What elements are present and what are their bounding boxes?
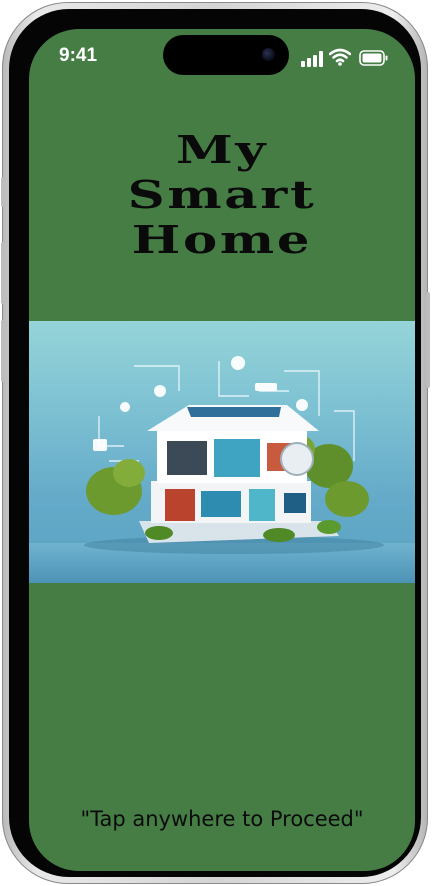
status-time: 9:41: [59, 45, 98, 66]
title-line: Home: [131, 217, 313, 262]
wifi-icon: [329, 48, 351, 66]
app-title: My Smart Home: [29, 127, 415, 262]
smart-house-icon: [29, 356, 415, 583]
volume-down-button: [1, 320, 5, 382]
power-button: [426, 292, 430, 388]
tap-to-proceed-hint: "Tap anywhere to Proceed": [80, 807, 364, 831]
battery-icon: [359, 50, 388, 66]
title-line: Smart: [127, 172, 317, 217]
phone-bezel: 9:41 My Smart Home "Tap anywhere to Proc…: [9, 9, 421, 877]
phone-frame: 9:41 My Smart Home "Tap anywhere to Proc…: [1, 2, 430, 884]
splash-screen[interactable]: 9:41 My Smart Home "Tap anywhere to Proc…: [29, 29, 415, 871]
dynamic-island: [163, 35, 289, 75]
volume-up-button: [1, 242, 5, 304]
title-line: My: [175, 127, 269, 172]
camera-icon: [262, 48, 275, 61]
smart-house-illustration: [29, 321, 415, 583]
signal-icon: [301, 51, 323, 67]
action-button: [1, 177, 5, 207]
